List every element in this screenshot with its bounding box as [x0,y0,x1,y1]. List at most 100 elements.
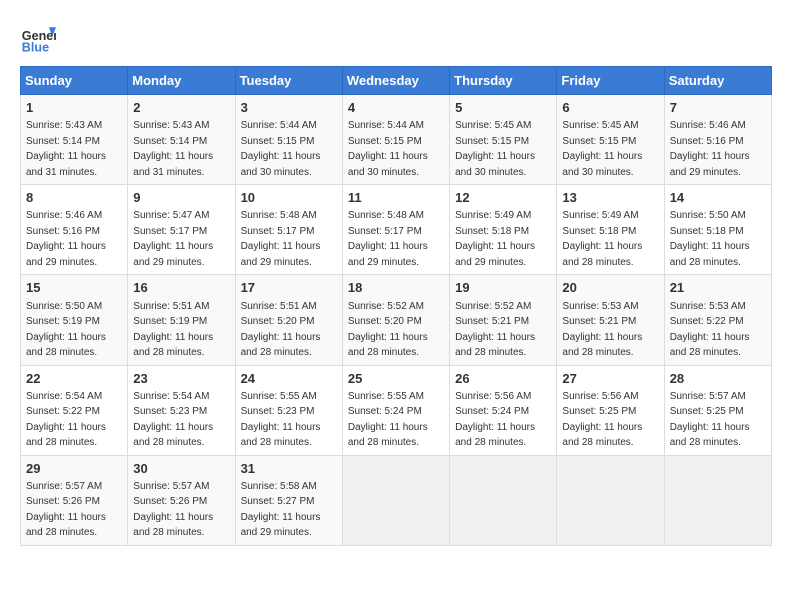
calendar-day-cell: 14 Sunrise: 5:50 AMSunset: 5:18 PMDaylig… [664,185,771,275]
calendar-day-cell [450,455,557,545]
day-number: 18 [348,279,444,297]
weekday-header-cell: Sunday [21,67,128,95]
calendar-day-cell: 12 Sunrise: 5:49 AMSunset: 5:18 PMDaylig… [450,185,557,275]
day-info: Sunrise: 5:50 AMSunset: 5:18 PMDaylight:… [670,210,750,268]
day-number: 12 [455,189,551,207]
page-header: General Blue [20,20,772,56]
day-info: Sunrise: 5:54 AMSunset: 5:22 PMDaylight:… [26,391,106,449]
weekday-header-cell: Wednesday [342,67,449,95]
day-number: 10 [241,189,337,207]
day-number: 9 [133,189,229,207]
day-number: 5 [455,99,551,117]
calendar-day-cell: 7 Sunrise: 5:46 AMSunset: 5:16 PMDayligh… [664,95,771,185]
day-info: Sunrise: 5:49 AMSunset: 5:18 PMDaylight:… [562,210,642,268]
day-info: Sunrise: 5:56 AMSunset: 5:24 PMDaylight:… [455,391,535,449]
weekday-header-cell: Saturday [664,67,771,95]
weekday-header-row: SundayMondayTuesdayWednesdayThursdayFrid… [21,67,772,95]
calendar-body: 1 Sunrise: 5:43 AMSunset: 5:14 PMDayligh… [21,95,772,546]
calendar-day-cell: 19 Sunrise: 5:52 AMSunset: 5:21 PMDaylig… [450,275,557,365]
day-number: 6 [562,99,658,117]
day-number: 23 [133,370,229,388]
weekday-header-cell: Thursday [450,67,557,95]
calendar-day-cell: 13 Sunrise: 5:49 AMSunset: 5:18 PMDaylig… [557,185,664,275]
calendar-day-cell: 8 Sunrise: 5:46 AMSunset: 5:16 PMDayligh… [21,185,128,275]
day-number: 27 [562,370,658,388]
day-number: 31 [241,460,337,478]
calendar-day-cell [557,455,664,545]
calendar-day-cell: 15 Sunrise: 5:50 AMSunset: 5:19 PMDaylig… [21,275,128,365]
day-info: Sunrise: 5:44 AMSunset: 5:15 PMDaylight:… [241,120,321,178]
calendar-week-row: 22 Sunrise: 5:54 AMSunset: 5:22 PMDaylig… [21,365,772,455]
calendar-day-cell: 31 Sunrise: 5:58 AMSunset: 5:27 PMDaylig… [235,455,342,545]
day-info: Sunrise: 5:57 AMSunset: 5:26 PMDaylight:… [26,481,106,539]
day-info: Sunrise: 5:54 AMSunset: 5:23 PMDaylight:… [133,391,213,449]
calendar-day-cell: 29 Sunrise: 5:57 AMSunset: 5:26 PMDaylig… [21,455,128,545]
day-number: 1 [26,99,122,117]
day-info: Sunrise: 5:51 AMSunset: 5:19 PMDaylight:… [133,301,213,359]
day-number: 25 [348,370,444,388]
day-number: 17 [241,279,337,297]
day-info: Sunrise: 5:48 AMSunset: 5:17 PMDaylight:… [348,210,428,268]
day-info: Sunrise: 5:57 AMSunset: 5:26 PMDaylight:… [133,481,213,539]
calendar-day-cell: 11 Sunrise: 5:48 AMSunset: 5:17 PMDaylig… [342,185,449,275]
svg-text:Blue: Blue [22,41,49,55]
day-number: 21 [670,279,766,297]
calendar-day-cell: 21 Sunrise: 5:53 AMSunset: 5:22 PMDaylig… [664,275,771,365]
day-number: 30 [133,460,229,478]
calendar-day-cell: 18 Sunrise: 5:52 AMSunset: 5:20 PMDaylig… [342,275,449,365]
calendar-week-row: 15 Sunrise: 5:50 AMSunset: 5:19 PMDaylig… [21,275,772,365]
day-info: Sunrise: 5:46 AMSunset: 5:16 PMDaylight:… [670,120,750,178]
logo: General Blue [20,20,56,56]
calendar-day-cell: 10 Sunrise: 5:48 AMSunset: 5:17 PMDaylig… [235,185,342,275]
day-number: 24 [241,370,337,388]
calendar-day-cell: 4 Sunrise: 5:44 AMSunset: 5:15 PMDayligh… [342,95,449,185]
day-info: Sunrise: 5:43 AMSunset: 5:14 PMDaylight:… [26,120,106,178]
day-info: Sunrise: 5:49 AMSunset: 5:18 PMDaylight:… [455,210,535,268]
calendar-day-cell [342,455,449,545]
weekday-header-cell: Monday [128,67,235,95]
day-info: Sunrise: 5:46 AMSunset: 5:16 PMDaylight:… [26,210,106,268]
calendar-day-cell: 23 Sunrise: 5:54 AMSunset: 5:23 PMDaylig… [128,365,235,455]
calendar-day-cell: 25 Sunrise: 5:55 AMSunset: 5:24 PMDaylig… [342,365,449,455]
day-number: 20 [562,279,658,297]
day-info: Sunrise: 5:51 AMSunset: 5:20 PMDaylight:… [241,301,321,359]
calendar-week-row: 1 Sunrise: 5:43 AMSunset: 5:14 PMDayligh… [21,95,772,185]
day-number: 2 [133,99,229,117]
day-info: Sunrise: 5:45 AMSunset: 5:15 PMDaylight:… [562,120,642,178]
calendar-day-cell: 28 Sunrise: 5:57 AMSunset: 5:25 PMDaylig… [664,365,771,455]
calendar-day-cell: 1 Sunrise: 5:43 AMSunset: 5:14 PMDayligh… [21,95,128,185]
day-info: Sunrise: 5:58 AMSunset: 5:27 PMDaylight:… [241,481,321,539]
calendar-day-cell: 22 Sunrise: 5:54 AMSunset: 5:22 PMDaylig… [21,365,128,455]
day-number: 3 [241,99,337,117]
calendar-day-cell: 9 Sunrise: 5:47 AMSunset: 5:17 PMDayligh… [128,185,235,275]
day-info: Sunrise: 5:44 AMSunset: 5:15 PMDaylight:… [348,120,428,178]
day-number: 15 [26,279,122,297]
calendar-day-cell: 17 Sunrise: 5:51 AMSunset: 5:20 PMDaylig… [235,275,342,365]
weekday-header-cell: Tuesday [235,67,342,95]
day-info: Sunrise: 5:53 AMSunset: 5:21 PMDaylight:… [562,301,642,359]
day-number: 14 [670,189,766,207]
day-number: 8 [26,189,122,207]
day-info: Sunrise: 5:55 AMSunset: 5:24 PMDaylight:… [348,391,428,449]
calendar-day-cell: 27 Sunrise: 5:56 AMSunset: 5:25 PMDaylig… [557,365,664,455]
calendar-day-cell: 20 Sunrise: 5:53 AMSunset: 5:21 PMDaylig… [557,275,664,365]
calendar-day-cell: 30 Sunrise: 5:57 AMSunset: 5:26 PMDaylig… [128,455,235,545]
day-info: Sunrise: 5:52 AMSunset: 5:21 PMDaylight:… [455,301,535,359]
calendar-day-cell: 24 Sunrise: 5:55 AMSunset: 5:23 PMDaylig… [235,365,342,455]
day-number: 22 [26,370,122,388]
calendar-week-row: 8 Sunrise: 5:46 AMSunset: 5:16 PMDayligh… [21,185,772,275]
day-info: Sunrise: 5:47 AMSunset: 5:17 PMDaylight:… [133,210,213,268]
calendar-table: SundayMondayTuesdayWednesdayThursdayFrid… [20,66,772,546]
day-number: 13 [562,189,658,207]
calendar-day-cell: 3 Sunrise: 5:44 AMSunset: 5:15 PMDayligh… [235,95,342,185]
calendar-day-cell: 5 Sunrise: 5:45 AMSunset: 5:15 PMDayligh… [450,95,557,185]
day-number: 7 [670,99,766,117]
calendar-day-cell [664,455,771,545]
day-info: Sunrise: 5:50 AMSunset: 5:19 PMDaylight:… [26,301,106,359]
calendar-week-row: 29 Sunrise: 5:57 AMSunset: 5:26 PMDaylig… [21,455,772,545]
day-number: 11 [348,189,444,207]
day-info: Sunrise: 5:48 AMSunset: 5:17 PMDaylight:… [241,210,321,268]
day-number: 19 [455,279,551,297]
day-info: Sunrise: 5:52 AMSunset: 5:20 PMDaylight:… [348,301,428,359]
day-number: 16 [133,279,229,297]
